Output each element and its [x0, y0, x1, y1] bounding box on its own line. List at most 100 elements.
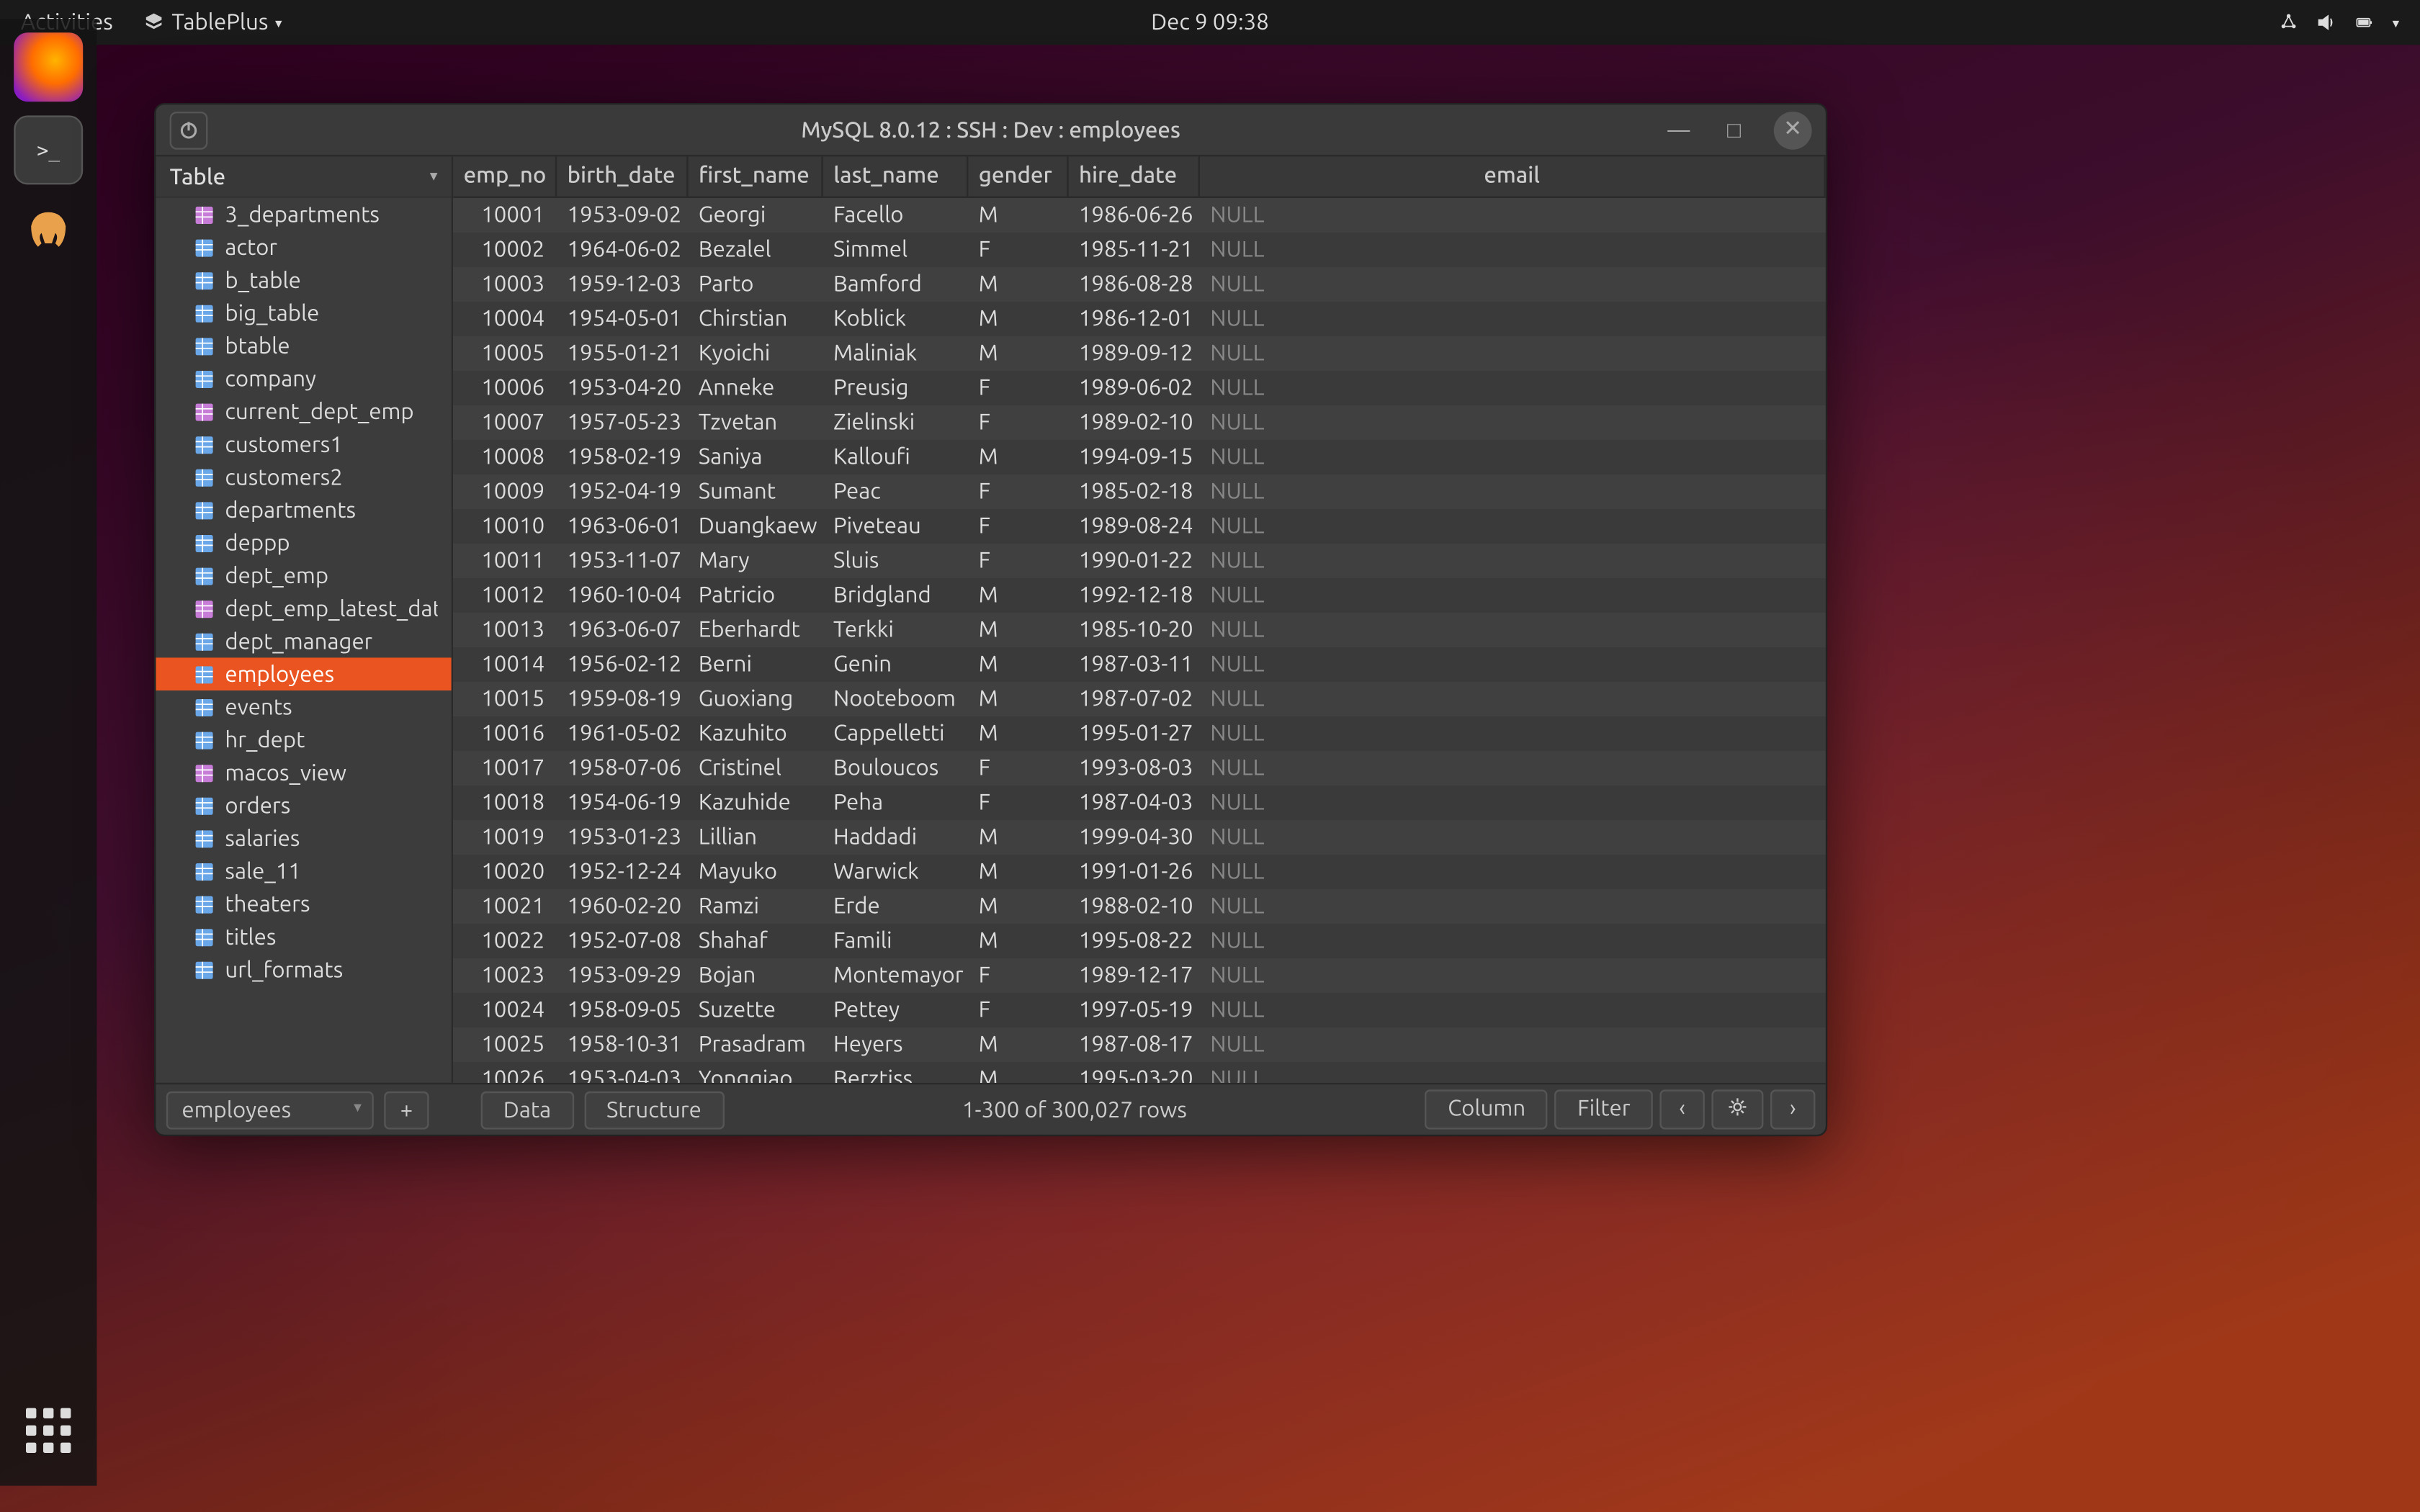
- dock-tableplus[interactable]: [14, 199, 83, 268]
- cell-birth_date[interactable]: 1953-01-23: [557, 822, 688, 852]
- table-row[interactable]: 100041954-05-01ChirstianKoblickM1986-12-…: [453, 302, 1826, 336]
- cell-last_name[interactable]: Haddadi: [823, 822, 969, 852]
- table-row[interactable]: 100151959-08-19GuoxiangNooteboomM1987-07…: [453, 682, 1826, 716]
- cell-first_name[interactable]: Mary: [689, 545, 823, 576]
- cell-email[interactable]: NULL: [1200, 683, 1826, 714]
- cell-email[interactable]: NULL: [1200, 510, 1826, 541]
- cell-emp_no[interactable]: 10024: [453, 994, 557, 1025]
- column-header-first_name[interactable]: first_name: [689, 156, 823, 196]
- cell-birth_date[interactable]: 1960-10-04: [557, 580, 688, 611]
- volume-icon[interactable]: [2316, 12, 2337, 33]
- cell-gender[interactable]: F: [968, 372, 1068, 403]
- dock-firefox[interactable]: [14, 32, 83, 102]
- table-row[interactable]: 100261953-04-03YongqiaoBerztissM1995-03-…: [453, 1062, 1826, 1083]
- cell-gender[interactable]: F: [968, 407, 1068, 438]
- sidebar-table-big_table[interactable]: big_table: [156, 297, 451, 330]
- cell-emp_no[interactable]: 10018: [453, 787, 557, 818]
- cell-gender[interactable]: M: [968, 856, 1068, 887]
- cell-hire_date[interactable]: 1987-07-02: [1069, 683, 1200, 714]
- cell-birth_date[interactable]: 1952-07-08: [557, 925, 688, 956]
- column-header-hire_date[interactable]: hire_date: [1069, 156, 1200, 196]
- cell-birth_date[interactable]: 1959-08-19: [557, 683, 688, 714]
- cell-first_name[interactable]: Saniya: [689, 441, 823, 472]
- cell-email[interactable]: NULL: [1200, 925, 1826, 956]
- table-row[interactable]: 100141956-02-12BerniGeninM1987-03-11NULL: [453, 647, 1826, 682]
- cell-last_name[interactable]: Montemayor: [823, 960, 969, 991]
- cell-birth_date[interactable]: 1959-12-03: [557, 269, 688, 300]
- cell-last_name[interactable]: Famili: [823, 925, 969, 956]
- table-row[interactable]: 100121960-10-04PatricioBridglandM1992-12…: [453, 578, 1826, 613]
- sidebar-table-b_table[interactable]: b_table: [156, 264, 451, 297]
- cell-hire_date[interactable]: 1989-08-24: [1069, 510, 1200, 541]
- table-row[interactable]: 100081958-02-19SaniyaKalloufiM1994-09-15…: [453, 440, 1826, 474]
- cell-last_name[interactable]: Bamford: [823, 269, 969, 300]
- cell-last_name[interactable]: Terkki: [823, 614, 969, 645]
- cell-email[interactable]: NULL: [1200, 891, 1826, 922]
- cell-first_name[interactable]: Kazuhide: [689, 787, 823, 818]
- cell-emp_no[interactable]: 10011: [453, 545, 557, 576]
- cell-hire_date[interactable]: 1986-08-28: [1069, 269, 1200, 300]
- cell-birth_date[interactable]: 1954-06-19: [557, 787, 688, 818]
- cell-email[interactable]: NULL: [1200, 407, 1826, 438]
- cell-birth_date[interactable]: 1953-09-29: [557, 960, 688, 991]
- cell-email[interactable]: NULL: [1200, 1063, 1826, 1082]
- sidebar-table-employees[interactable]: employees: [156, 657, 451, 690]
- sidebar-table-dept_manager[interactable]: dept_manager: [156, 625, 451, 658]
- cell-emp_no[interactable]: 10004: [453, 303, 557, 334]
- cell-first_name[interactable]: Patricio: [689, 580, 823, 611]
- cell-hire_date[interactable]: 1987-03-11: [1069, 649, 1200, 680]
- sidebar-table-dept_emp[interactable]: dept_emp: [156, 559, 451, 593]
- cell-hire_date[interactable]: 1995-03-20: [1069, 1063, 1200, 1082]
- column-header-last_name[interactable]: last_name: [823, 156, 969, 196]
- cell-last_name[interactable]: Berztiss: [823, 1063, 969, 1082]
- cell-emp_no[interactable]: 10013: [453, 614, 557, 645]
- cell-birth_date[interactable]: 1957-05-23: [557, 407, 688, 438]
- cell-first_name[interactable]: Anneke: [689, 372, 823, 403]
- cell-hire_date[interactable]: 1994-09-15: [1069, 441, 1200, 472]
- cell-email[interactable]: NULL: [1200, 787, 1826, 818]
- cell-email[interactable]: NULL: [1200, 545, 1826, 576]
- cell-gender[interactable]: F: [968, 234, 1068, 265]
- cell-last_name[interactable]: Genin: [823, 649, 969, 680]
- cell-hire_date[interactable]: 1986-06-26: [1069, 199, 1200, 230]
- cell-email[interactable]: NULL: [1200, 199, 1826, 230]
- cell-last_name[interactable]: Koblick: [823, 303, 969, 334]
- network-icon[interactable]: [2278, 12, 2299, 33]
- cell-hire_date[interactable]: 1997-05-19: [1069, 994, 1200, 1025]
- table-row[interactable]: 100111953-11-07MarySluisF1990-01-22NULL: [453, 544, 1826, 578]
- cell-email[interactable]: NULL: [1200, 1029, 1826, 1060]
- cell-last_name[interactable]: Warwick: [823, 856, 969, 887]
- cell-emp_no[interactable]: 10021: [453, 891, 557, 922]
- cell-emp_no[interactable]: 10020: [453, 856, 557, 887]
- cell-last_name[interactable]: Heyers: [823, 1029, 969, 1060]
- sidebar-table-customers2[interactable]: customers2: [156, 461, 451, 494]
- cell-birth_date[interactable]: 1964-06-02: [557, 234, 688, 265]
- cell-last_name[interactable]: Pettey: [823, 994, 969, 1025]
- cell-last_name[interactable]: Simmel: [823, 234, 969, 265]
- cell-last_name[interactable]: Piveteau: [823, 510, 969, 541]
- sidebar-table-3_departments[interactable]: 3_departments: [156, 198, 451, 231]
- cell-hire_date[interactable]: 1993-08-03: [1069, 752, 1200, 783]
- cell-gender[interactable]: F: [968, 787, 1068, 818]
- cell-gender[interactable]: M: [968, 718, 1068, 749]
- cell-last_name[interactable]: Cappelletti: [823, 718, 969, 749]
- table-row[interactable]: 100181954-06-19KazuhidePehaF1987-04-03NU…: [453, 786, 1826, 820]
- column-header-emp_no[interactable]: emp_no: [453, 156, 557, 196]
- prev-page-button[interactable]: ‹: [1659, 1089, 1704, 1129]
- cell-email[interactable]: NULL: [1200, 856, 1826, 887]
- cell-first_name[interactable]: Cristinel: [689, 752, 823, 783]
- cell-emp_no[interactable]: 10016: [453, 718, 557, 749]
- cell-hire_date[interactable]: 1992-12-18: [1069, 580, 1200, 611]
- cell-emp_no[interactable]: 10026: [453, 1063, 557, 1082]
- cell-gender[interactable]: F: [968, 510, 1068, 541]
- chevron-down-icon[interactable]: ▾: [2393, 14, 2400, 30]
- table-row[interactable]: 100091952-04-19SumantPeacF1985-02-18NULL: [453, 474, 1826, 509]
- cell-gender[interactable]: M: [968, 338, 1068, 369]
- cell-gender[interactable]: M: [968, 683, 1068, 714]
- cell-last_name[interactable]: Bouloucos: [823, 752, 969, 783]
- cell-first_name[interactable]: Eberhardt: [689, 614, 823, 645]
- sidebar-table-events[interactable]: events: [156, 690, 451, 724]
- sidebar-table-current_dept_emp[interactable]: current_dept_emp: [156, 395, 451, 428]
- open-items-dropdown[interactable]: employees: [166, 1091, 374, 1129]
- cell-hire_date[interactable]: 1988-02-10: [1069, 891, 1200, 922]
